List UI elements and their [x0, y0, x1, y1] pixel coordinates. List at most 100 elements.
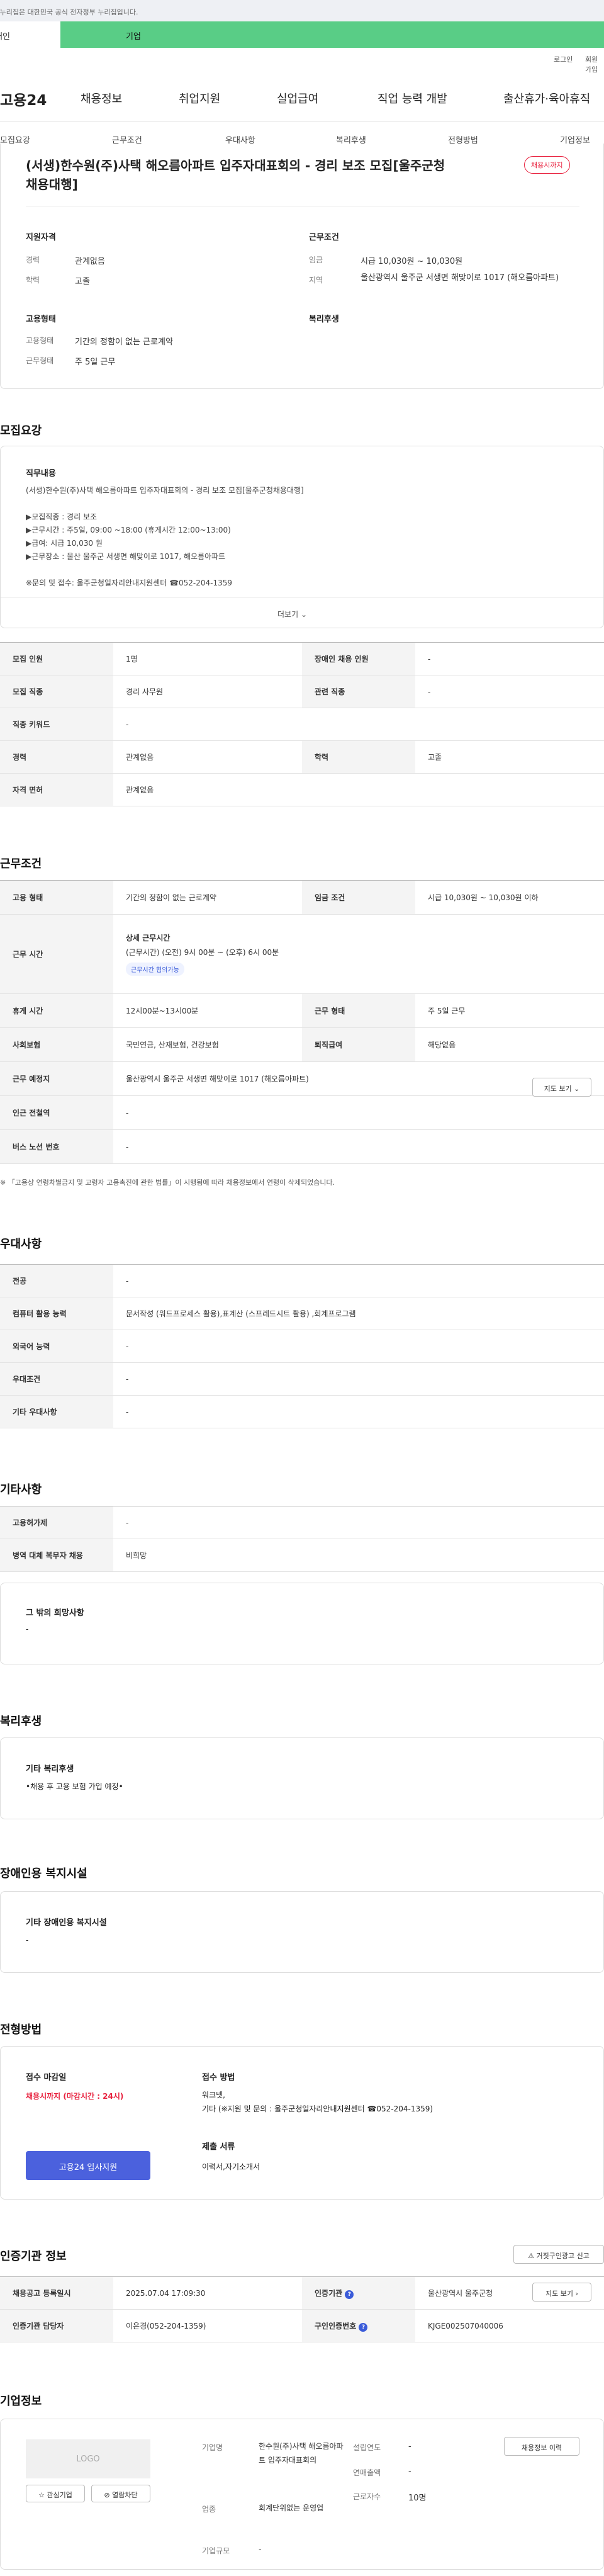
nav-parental-leave[interactable]: 출산휴가·육아휴직: [503, 90, 590, 106]
more-button[interactable]: 더보기 ⌄: [277, 609, 307, 619]
deadline-value: 채용시까지 (마감시간 : 24시): [26, 2092, 124, 2101]
hope-title: 그 밖의 희망사항: [26, 1608, 84, 1618]
table-row: 고용 형태 기간의 정함이 없는 근로계약 임금 조건 시급 10,030원 ~ 10…: [0, 880, 604, 915]
table-cell: 관계없음: [113, 740, 302, 774]
time-detail: (근무시간) (오전) 9시 00분 ~ (오후) 6시 00분: [126, 948, 279, 957]
time-title: 상세 근무시간: [126, 934, 171, 942]
gov-banner-text: 이 누리집은 대한민국 공식 전자정부 누리집입니다.: [0, 8, 138, 16]
table-header-cell: 외국어 능력: [0, 1330, 113, 1363]
table-row: 기타 우대사항 -: [0, 1395, 604, 1428]
emptype-label: 고용형태: [26, 336, 54, 345]
table-cell: -: [113, 1395, 604, 1428]
table-cell: 기간의 정함이 없는 근로계약: [113, 880, 302, 915]
site-logo[interactable]: 고용24: [0, 88, 47, 110]
block-view-button[interactable]: ⊘ 열람차단: [91, 2485, 150, 2502]
duty-text: (서생)한수원(주)사택 해오름아파트 입주자대표회의 - 경리 보조 모집[울…: [26, 486, 304, 587]
map-button[interactable]: 지도 보기 ⌄: [532, 1078, 591, 1097]
etc-heading: 기타사항: [0, 1483, 42, 1496]
agency-map-button[interactable]: 지도 보기 ›: [532, 2283, 591, 2302]
apply-button[interactable]: 고용24 입사지원: [26, 2151, 150, 2180]
table-row: 경력 관계없음 학력 고졸: [0, 740, 604, 774]
area-label: 지역: [309, 276, 323, 285]
table-row: 근무 예정지 울산광역시 울주군 서생면 해맞이로 1017 (해오름아파트): [0, 1061, 604, 1096]
table-cell: 국민연금, 산재보험, 건강보험: [113, 1027, 302, 1062]
company-card: LOGO ☆ 관심기업 ⊘ 열람차단 기업명 한수원(주)사택 해오름아파트 입…: [0, 2419, 604, 2570]
table-header-cell: 직종 키워드: [0, 708, 113, 741]
table-cell: KJGE002507040006: [415, 2309, 604, 2342]
worktype-label: 근무형태: [26, 356, 54, 365]
welfare-card: 기타 복리후생 •채용 후 고용 보험 가입 예정•: [0, 1737, 604, 1819]
career-value: 관계없음: [75, 257, 105, 266]
table-cell: 문서작성 (워드프로세스 활용),표계산 (스프레드시트 활용) ,회계프로그램: [113, 1297, 604, 1330]
table-row: 사회보험 국민연금, 산재보험, 건강보험 퇴직급여 해당없음: [0, 1027, 604, 1062]
table-header-cell: 근무 시간: [0, 914, 113, 994]
tab-business[interactable]: 기업: [60, 21, 604, 48]
table-cell: 울산광역시 울주군 서생면 해맞이로 1017 (해오름아파트): [113, 1061, 604, 1096]
method-value: 워크넷, 기타 (※지원 및 문의 : 울주군청일자리안내지원센터 ☎052-2…: [202, 2091, 433, 2113]
info-icon[interactable]: ?: [359, 2322, 368, 2332]
preferences-table: 전공 - 컴퓨터 활용 능력 문서작성 (워드프로세스 활용),표계산 (스프레드시…: [0, 1264, 604, 1428]
company-name-label: 기업명: [202, 2443, 223, 2452]
table-header-cell: 관련 직종: [302, 675, 415, 708]
deadline-badge: 채용시까지: [524, 156, 570, 174]
time-negotiable-tag: 근무시간 협의가능: [126, 963, 184, 976]
welfare-title: 기타 복리후생: [26, 1765, 74, 1774]
disability-card: 기타 장애인용 복지시설 -: [0, 1891, 604, 1973]
nav-vocational-training[interactable]: 직업 능력 개발: [378, 90, 447, 106]
hope-card: 그 밖의 희망사항 -: [0, 1583, 604, 1664]
nav-jobs[interactable]: 채용정보: [81, 90, 122, 106]
agency-table: 채용공고 등록일시 2025.07.04 17:09:30 인증기관 ? 울산광역시 …: [0, 2276, 604, 2342]
table-header-cell: 모집 인원: [0, 642, 113, 675]
chevron-down-icon: ⌄: [300, 610, 308, 619]
tab-personal[interactable]: 개인: [0, 21, 60, 48]
table-header-cell: 기타 우대사항: [0, 1395, 113, 1428]
table-row: 직종 키워드 -: [0, 708, 604, 741]
table-header-cell: 경력: [0, 740, 113, 774]
industry-value: 회계단위없는 운영업: [259, 2504, 324, 2512]
disability-text: -: [26, 1936, 29, 1945]
nav-unemployment-benefit[interactable]: 실업급여: [277, 90, 318, 106]
duty-title: 직무내용: [26, 469, 56, 478]
table-row: 모집 직종 경리 사무원 관련 직종 -: [0, 675, 604, 708]
table-cell: 관계없음: [113, 773, 604, 806]
table-cell: -: [415, 642, 604, 675]
deadline-title: 접수 마감일: [26, 2073, 67, 2082]
history-button[interactable]: 채용정보 이력: [504, 2437, 579, 2456]
table-cell: -: [415, 675, 604, 708]
table-cell: 시급 10,030원 ~ 10,030원 이하: [415, 880, 604, 915]
table-header-cell: 고용허가제: [0, 1506, 113, 1539]
table-row: 버스 노선 번호 -: [0, 1129, 604, 1164]
hope-value: -: [26, 1625, 29, 1634]
employment-type-heading: 고용형태: [26, 315, 56, 324]
docs-value: 이력서,자기소개서: [202, 2162, 260, 2171]
nav-employment-support[interactable]: 취업지원: [179, 90, 220, 106]
table-row: 휴게 시간 12시00분~13시00분 근무 형태 주 5일 근무: [0, 993, 604, 1028]
table-cell: 해당없음: [415, 1027, 604, 1062]
block-icon: ⊘: [104, 2491, 110, 2499]
table-header-cell: 인증기관 담당자: [0, 2309, 113, 2342]
info-icon[interactable]: ?: [345, 2290, 354, 2299]
table-row: 고용허가제 -: [0, 1506, 604, 1539]
recruit-heading: 모집요강: [0, 424, 42, 438]
table-cell: 이은경(052-204-1359): [113, 2309, 302, 2342]
welfare-heading: 복리후생: [309, 315, 339, 324]
job-summary-card: (서생)한수원(주)사택 해오름아파트 입주자대표회의 - 경리 보조 모집[울…: [0, 144, 604, 389]
login-link[interactable]: 로그인: [554, 54, 573, 64]
chevron-right-icon: ›: [575, 2290, 578, 2298]
table-header-cell: 고용 형태: [0, 880, 113, 915]
education-value: 고졸: [75, 277, 90, 286]
staff-label: 근로자수: [353, 2492, 381, 2501]
favorite-company-button[interactable]: ☆ 관심기업: [26, 2485, 85, 2502]
report-button[interactable]: ⚠ 거짓구인광고 신고: [513, 2245, 604, 2264]
table-cell: -: [113, 1330, 604, 1363]
education-label: 학력: [26, 276, 40, 285]
welfare-text: •채용 후 고용 보험 가입 예정•: [26, 1782, 123, 1791]
utility-bar: 로그인 회원가입: [0, 48, 604, 74]
emptype-value: 기간의 정함이 없는 근로계약: [75, 337, 173, 347]
agency-heading: 인증기관 정보: [0, 2250, 67, 2263]
table-row: 우대조건 -: [0, 1362, 604, 1396]
industry-label: 업종: [202, 2505, 216, 2514]
user-type-tabs: 개인 기업: [0, 21, 604, 48]
table-header-cell: 인근 전철역: [0, 1095, 113, 1130]
table-header-cell: 근무 형태: [302, 993, 415, 1028]
